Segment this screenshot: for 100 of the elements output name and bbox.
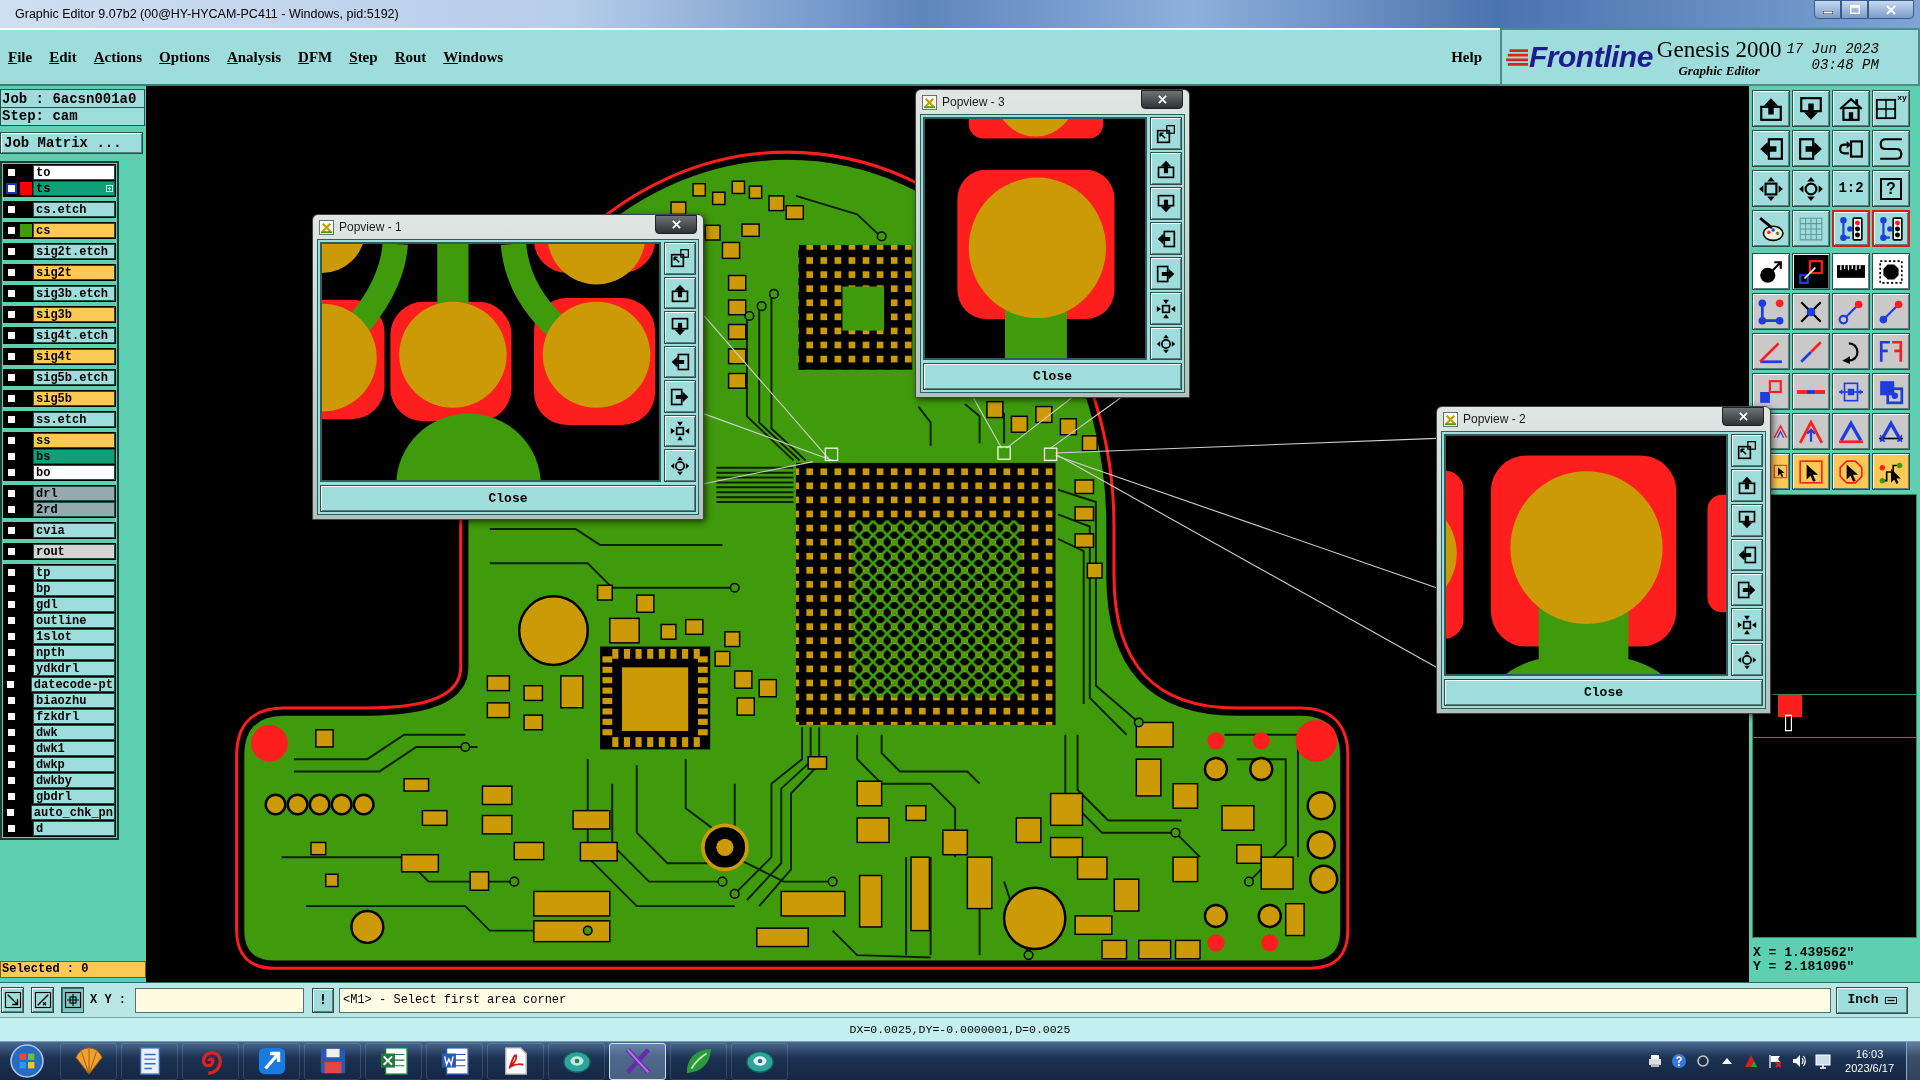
view-tool-button[interactable]	[1150, 327, 1182, 360]
layer-name[interactable]: sig2t.etch	[33, 244, 115, 259]
tool-button[interactable]	[1832, 373, 1870, 410]
tool-button[interactable]	[31, 987, 54, 1013]
layer-name[interactable]: sig5b.etch	[33, 370, 115, 385]
layer-checkbox[interactable]	[6, 351, 17, 362]
layer-name[interactable]: dwk1	[33, 741, 115, 756]
job-matrix-button[interactable]: Job Matrix ...	[0, 132, 143, 154]
tool-button[interactable]	[1792, 90, 1830, 127]
layer-name[interactable]: sig3b.etch	[33, 286, 115, 301]
tool-button[interactable]	[1752, 130, 1790, 167]
tool-button[interactable]	[1752, 253, 1790, 290]
layer-checkbox[interactable]	[6, 823, 17, 834]
layer-checkbox[interactable]	[6, 546, 17, 557]
layer-checkbox[interactable]	[6, 599, 17, 610]
layer-name[interactable]: sig4t	[33, 349, 115, 364]
layer-checkbox[interactable]	[6, 414, 17, 425]
layer-name[interactable]: sig4t.etch	[33, 328, 115, 343]
layer-checkbox[interactable]	[6, 759, 17, 770]
layer-name[interactable]: bs	[33, 449, 115, 464]
view-tool-button[interactable]	[664, 242, 696, 275]
units-dropdown[interactable]: Inch	[1836, 986, 1908, 1014]
tool-button[interactable]	[1792, 413, 1830, 450]
view-tool-button[interactable]	[1731, 573, 1763, 607]
layer-name[interactable]: cs.etch	[33, 202, 115, 217]
layer-name[interactable]: ydkdrl	[33, 661, 115, 676]
layer-name[interactable]: cvia	[33, 523, 115, 538]
menu-item[interactable]: Analysis	[226, 45, 282, 69]
layer-name[interactable]: d	[33, 821, 115, 836]
tool-button[interactable]	[1832, 293, 1870, 330]
layer-name[interactable]: 1slot	[33, 629, 115, 644]
view-tool-button[interactable]	[664, 311, 696, 344]
close-button[interactable]	[1868, 0, 1914, 19]
layer-name[interactable]: sig3b	[33, 307, 115, 322]
xy-input[interactable]	[135, 987, 304, 1013]
layer-checkbox[interactable]	[5, 679, 17, 690]
layer-checkbox[interactable]	[6, 393, 17, 404]
tool-button[interactable]	[1872, 373, 1910, 410]
tool-button[interactable]	[1792, 170, 1830, 207]
view-tool-button[interactable]	[1731, 468, 1763, 502]
tool-button[interactable]	[1792, 253, 1830, 290]
layer-checkbox[interactable]	[6, 330, 17, 341]
layer-name[interactable]: gdl	[33, 597, 115, 612]
layer-checkbox[interactable]	[6, 504, 17, 515]
tool-button[interactable]	[1792, 210, 1830, 247]
tool-button[interactable]	[1792, 130, 1830, 167]
layer-name[interactable]: dwkp	[33, 757, 115, 772]
layer-checkbox[interactable]	[6, 743, 17, 754]
tool-button[interactable]	[1832, 253, 1870, 290]
layer-checkbox[interactable]	[6, 583, 17, 594]
layer-checkbox[interactable]	[6, 435, 17, 446]
view-tool-button[interactable]	[664, 380, 696, 413]
layer-name[interactable]: ss	[33, 433, 115, 448]
menu-item[interactable]: DFM	[298, 45, 333, 69]
menu-item[interactable]: Actions	[93, 45, 143, 69]
tool-button[interactable]	[1792, 453, 1830, 490]
tool-button[interactable]	[1832, 453, 1870, 490]
tool-button[interactable]	[1752, 333, 1790, 370]
layer-checkbox[interactable]	[6, 309, 17, 320]
tool-button[interactable]: 1:2	[1832, 170, 1870, 207]
view-tool-button[interactable]	[1731, 434, 1763, 467]
layer-checkbox[interactable]	[6, 225, 17, 236]
layer-checkbox[interactable]	[6, 647, 17, 658]
layer-checkbox[interactable]	[6, 631, 17, 642]
view-tool-button[interactable]	[1731, 608, 1763, 642]
view-tool-button[interactable]	[1150, 292, 1182, 325]
layer-name[interactable]: 2rd	[33, 502, 115, 517]
tool-button[interactable]: xy	[1872, 90, 1910, 127]
tool-button[interactable]	[1752, 210, 1790, 247]
menu-item[interactable]: Edit	[49, 45, 77, 69]
layer-checkbox[interactable]	[6, 204, 17, 215]
layer-name[interactable]: dwkby	[33, 773, 115, 788]
layer-name[interactable]: sig2t	[33, 265, 115, 280]
layer-checkbox[interactable]	[6, 695, 17, 706]
menu-item[interactable]: Rout	[394, 45, 427, 69]
view-tool-button[interactable]	[1731, 643, 1763, 676]
layer-checkbox[interactable]	[6, 167, 17, 178]
tool-button[interactable]	[61, 987, 84, 1013]
tool-button[interactable]	[1832, 210, 1870, 247]
tool-button[interactable]: ?	[1872, 170, 1910, 207]
layer-checkbox[interactable]	[6, 567, 17, 578]
menu-item[interactable]: Step	[349, 45, 378, 69]
layer-checkbox[interactable]	[6, 267, 17, 278]
view-tool-button[interactable]	[1731, 503, 1763, 537]
layer-checkbox[interactable]	[6, 451, 17, 462]
maximize-button[interactable]	[1841, 0, 1868, 19]
close-button[interactable]: Close	[1444, 679, 1763, 706]
close-button[interactable]	[655, 215, 697, 234]
layer-name[interactable]: rout	[33, 544, 115, 559]
layer-checkbox[interactable]	[6, 246, 17, 257]
layer-name[interactable]: tp	[33, 565, 115, 580]
layer-checkbox[interactable]	[6, 288, 17, 299]
menu-item[interactable]: Help	[1451, 45, 1482, 69]
view-tool-button[interactable]	[664, 449, 696, 483]
view-tool-button[interactable]	[1150, 152, 1182, 185]
layer-name[interactable]: outline	[33, 613, 115, 628]
menu-item[interactable]: Options	[159, 45, 210, 69]
layer-name[interactable]: npth	[33, 645, 115, 660]
layer-name[interactable]: fzkdrl	[33, 709, 115, 724]
tool-button[interactable]	[1872, 293, 1910, 330]
